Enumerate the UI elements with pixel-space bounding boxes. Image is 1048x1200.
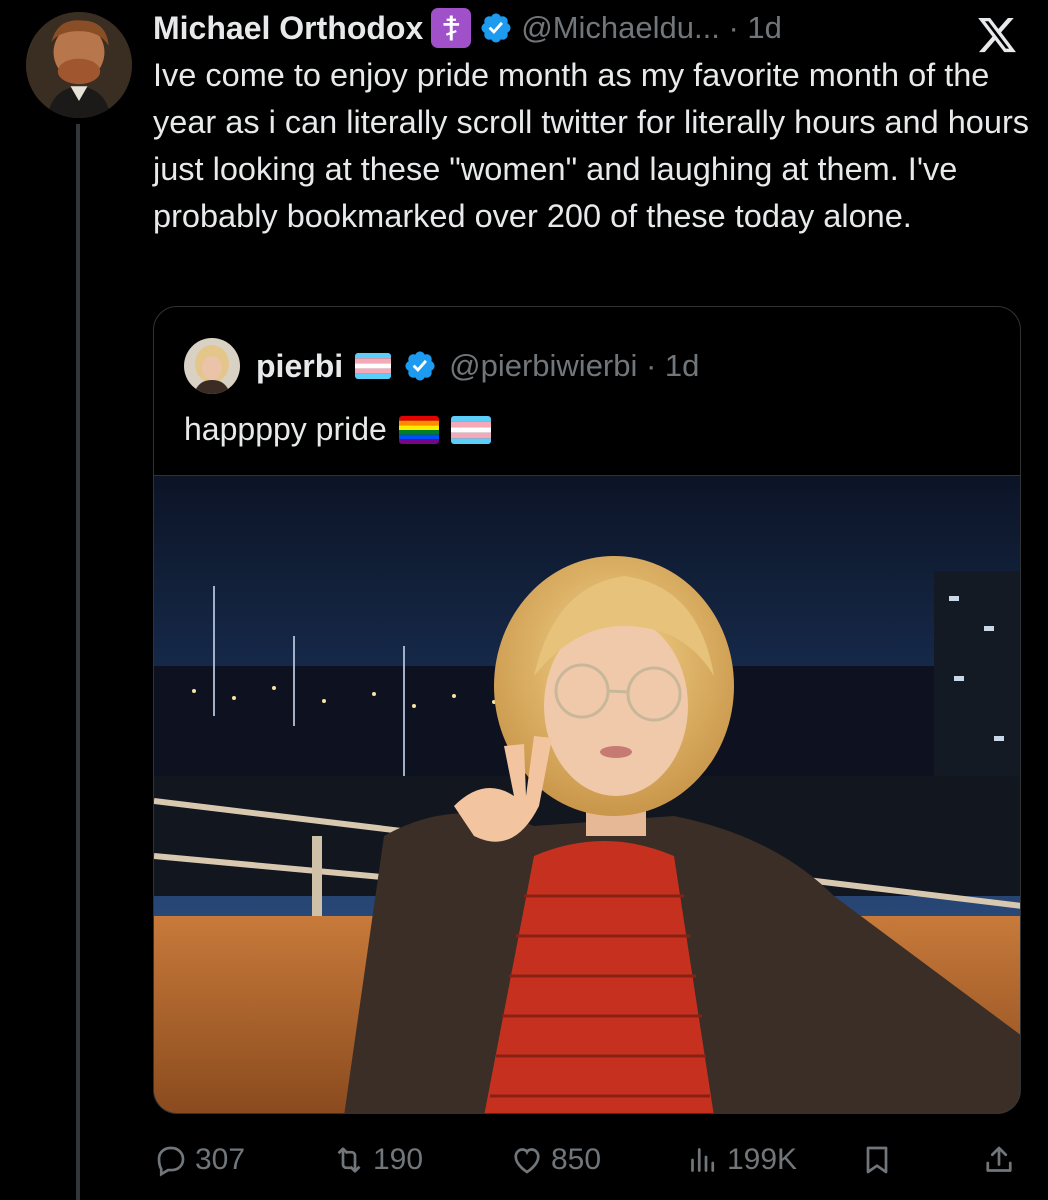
- quote-text-row: happppy pride: [184, 411, 491, 448]
- rainbow-flag-icon: [398, 415, 439, 444]
- views-button[interactable]: 199K: [685, 1132, 797, 1188]
- like-button[interactable]: 850: [509, 1132, 601, 1188]
- quote-verified-badge-icon: [403, 349, 437, 383]
- retweet-count: 190: [373, 1143, 424, 1176]
- author-portrait-image: [26, 12, 132, 118]
- bookmark-icon: [859, 1142, 895, 1178]
- tweet-text: Ive come to enjoy pride month as my favo…: [153, 57, 1030, 234]
- tweet-header: Michael Orthodox @Michaeldu... · 1d: [153, 6, 782, 50]
- share-button[interactable]: [981, 1132, 1017, 1188]
- like-count: 850: [551, 1143, 602, 1176]
- retweet-icon: [331, 1142, 367, 1178]
- quote-text: happppy pride: [184, 411, 387, 447]
- views-count: 199K: [727, 1143, 798, 1176]
- verified-badge-icon: [479, 11, 513, 45]
- reply-icon: [153, 1142, 189, 1178]
- transgender-flag-icon: [355, 353, 392, 379]
- tweet-actions: 307 190 850 199K: [153, 1132, 1021, 1188]
- orthodox-cross-icon: [431, 8, 472, 48]
- author-handle-time[interactable]: @Michaeldu... · 1d: [521, 10, 782, 46]
- quote-author-name[interactable]: pierbi: [256, 348, 343, 385]
- selfie-photo-image: [154, 476, 1020, 1113]
- quote-tweet-card[interactable]: pierbi @pierbiwierbi · 1d happppy pride: [153, 306, 1021, 1114]
- retweet-button[interactable]: 190: [331, 1132, 423, 1188]
- quote-author-avatar[interactable]: [184, 338, 240, 394]
- author-avatar[interactable]: [26, 12, 132, 118]
- x-logo-icon[interactable]: [974, 14, 1020, 56]
- thread-line: [76, 124, 80, 1200]
- quote-header: pierbi @pierbiwierbi · 1d: [184, 337, 699, 395]
- author-name[interactable]: Michael Orthodox: [153, 10, 423, 47]
- views-icon: [685, 1142, 721, 1178]
- transgender-flag-icon: [450, 415, 491, 444]
- quote-photo[interactable]: [154, 475, 1020, 1113]
- heart-icon: [509, 1142, 545, 1178]
- quote-author-handle-time[interactable]: @pierbiwierbi · 1d: [449, 348, 699, 384]
- reply-button[interactable]: 307: [153, 1132, 245, 1188]
- reply-count: 307: [195, 1143, 246, 1176]
- bookmark-button[interactable]: [859, 1132, 895, 1188]
- share-icon: [981, 1142, 1017, 1178]
